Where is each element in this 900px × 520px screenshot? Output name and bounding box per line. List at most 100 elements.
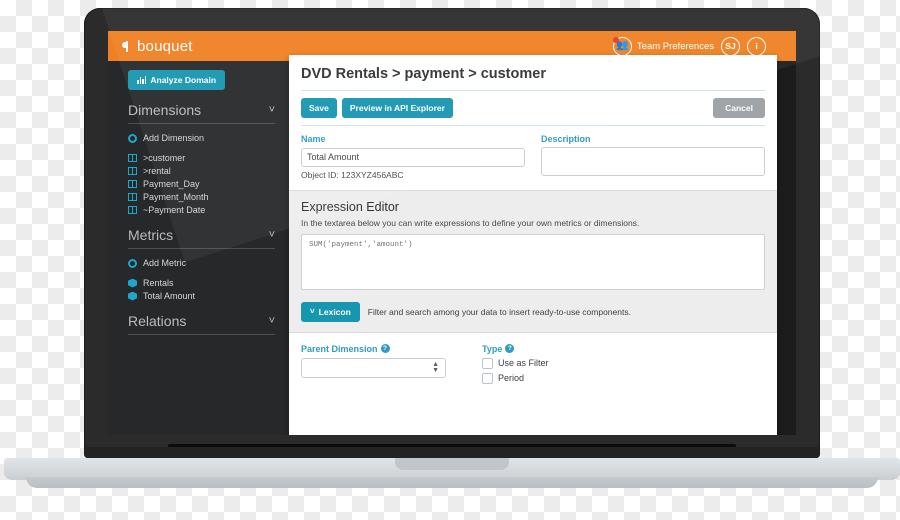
preview-api-explorer-button[interactable]: Preview in API Explorer xyxy=(341,98,453,118)
panel-toolbar: Save Preview in API Explorer Cancel xyxy=(301,98,765,118)
list-item[interactable]: >rental xyxy=(128,166,275,176)
dimension-icon xyxy=(128,206,137,214)
type-label: Type xyxy=(482,343,503,354)
team-icon: 👥 xyxy=(612,36,632,56)
chevron-down-icon[interactable]: ˅ xyxy=(269,315,275,327)
list-item-label: Payment_Day xyxy=(143,179,200,189)
info-icon[interactable]: i xyxy=(747,36,766,56)
dimension-icon xyxy=(128,154,137,162)
sidebar-section-metrics-title: Metrics xyxy=(128,227,174,243)
main-panel: DVD Rentals > payment > customer Save Pr… xyxy=(289,55,777,435)
expression-editor-section: Expression Editor In the textarea below … xyxy=(289,189,777,333)
divider xyxy=(301,125,765,126)
lexicon-row: ˅ Lexicon Filter and search among your d… xyxy=(301,301,765,322)
sidebar-section-dimensions-header[interactable]: Dimensions ˅ xyxy=(128,102,275,124)
laptop-base-lip xyxy=(26,477,878,488)
analyze-domain-label: Analyze Domain xyxy=(150,75,217,85)
chevron-down-icon[interactable]: ˅ xyxy=(269,104,275,116)
brand-label: bouquet xyxy=(137,37,193,55)
team-preferences-button[interactable]: 👥 Team Preferences xyxy=(612,36,714,56)
type-group: Type ? Use as Filter Period xyxy=(482,344,549,388)
parent-dimension-label-row: Parent Dimension ? xyxy=(301,344,446,354)
list-item-label: ~Payment Date xyxy=(143,205,206,215)
form-fields: Name Object ID: 123XYZ456ABC Description xyxy=(301,134,765,180)
topbar-actions: 👥 Team Preferences SJ i xyxy=(612,36,766,56)
parent-dimension-select[interactable] xyxy=(301,357,446,378)
description-input[interactable] xyxy=(541,147,765,176)
object-id: Object ID: 123XYZ456ABC xyxy=(301,169,404,180)
help-icon[interactable]: ? xyxy=(380,344,390,353)
list-item-label: >customer xyxy=(143,153,186,163)
parent-dimension-label: Parent Dimension xyxy=(301,343,378,354)
list-item[interactable]: Rentals xyxy=(128,278,275,288)
sidebar: Analyze Domain Dimensions ˅ Add Dimensio… xyxy=(108,61,289,435)
list-item[interactable]: Payment_Month xyxy=(128,192,275,202)
dimension-icon xyxy=(128,193,137,201)
lexicon-hint: Filter and search among your data to ins… xyxy=(367,306,631,317)
name-field-group: Name Object ID: 123XYZ456ABC xyxy=(301,134,525,180)
type-label-row: Type ? xyxy=(482,344,549,354)
laptop-screen: bouquet 👥 Team Preferences SJ i Analyze … xyxy=(108,31,796,435)
expression-editor-subtitle: In the textarea below you can write expr… xyxy=(301,217,640,228)
list-item[interactable]: >customer xyxy=(128,153,275,163)
main-panel-inner: DVD Rentals > payment > customer Save Pr… xyxy=(289,55,777,388)
sidebar-section-relations-title: Relations xyxy=(128,313,187,329)
bouquet-logo-icon xyxy=(122,40,133,52)
cancel-button[interactable]: Cancel xyxy=(713,98,765,118)
metric-icon xyxy=(128,291,137,301)
list-item-label: Payment_Month xyxy=(143,192,209,202)
add-metric-label: Add Metric xyxy=(143,258,187,268)
add-circle-icon xyxy=(128,133,137,143)
use-as-filter-label: Use as Filter xyxy=(498,358,549,368)
notification-dot xyxy=(612,36,619,43)
period-checkbox[interactable] xyxy=(482,372,493,384)
lexicon-label: Lexicon xyxy=(318,306,351,317)
add-dimension-button[interactable]: Add Dimension xyxy=(128,133,275,143)
period-row[interactable]: Period xyxy=(482,372,549,384)
bottom-options: Parent Dimension ? ▲ ▼ Type ? Use as Fil… xyxy=(301,333,765,388)
expression-textarea[interactable]: SUM('payment','amount') xyxy=(301,233,765,290)
list-item[interactable]: ~Payment Date xyxy=(128,205,275,215)
list-item[interactable]: Total Amount xyxy=(128,291,275,301)
help-icon[interactable]: ? xyxy=(505,344,515,353)
lexicon-button[interactable]: ˅ Lexicon xyxy=(301,301,360,322)
analyze-domain-button[interactable]: Analyze Domain xyxy=(128,70,226,90)
parent-dimension-select-wrap: ▲ ▼ xyxy=(301,357,446,378)
sidebar-section-metrics-header[interactable]: Metrics ˅ xyxy=(128,227,275,249)
dimension-icon xyxy=(128,167,137,175)
team-preferences-label: Team Preferences xyxy=(636,40,714,52)
list-item-label: >rental xyxy=(143,166,171,176)
sidebar-section-metrics: Metrics ˅ Add Metric Rentals Total Amoun… xyxy=(108,227,289,301)
add-dimension-label: Add Dimension xyxy=(143,133,205,143)
name-label: Name xyxy=(301,134,326,144)
save-button[interactable]: Save xyxy=(301,98,337,118)
bar-chart-icon xyxy=(137,76,147,84)
chevron-down-icon[interactable]: ˅ xyxy=(269,229,275,241)
use-as-filter-row[interactable]: Use as Filter xyxy=(482,357,549,369)
avatar[interactable]: SJ xyxy=(721,36,740,56)
page-title: DVD Rentals > payment > customer xyxy=(301,66,546,82)
divider xyxy=(301,90,765,91)
description-field-group: Description xyxy=(541,134,765,180)
trackpad-notch xyxy=(395,458,509,470)
period-label: Period xyxy=(498,373,525,383)
sidebar-section-relations: Relations ˅ xyxy=(108,313,289,335)
screenshot-stage: bouquet 👥 Team Preferences SJ i Analyze … xyxy=(0,0,900,520)
lid-bottom-strip xyxy=(84,447,820,458)
parent-dimension-group: Parent Dimension ? ▲ ▼ xyxy=(301,344,446,388)
use-as-filter-checkbox[interactable] xyxy=(482,357,493,369)
list-item[interactable]: Payment_Day xyxy=(128,179,275,189)
add-metric-button[interactable]: Add Metric xyxy=(128,258,275,268)
chevron-down-icon: ˅ xyxy=(310,306,315,316)
sidebar-section-relations-header[interactable]: Relations ˅ xyxy=(128,313,275,335)
description-label: Description xyxy=(541,134,591,144)
sidebar-section-dimensions: Dimensions ˅ Add Dimension >customer >re… xyxy=(108,102,289,215)
add-circle-icon xyxy=(128,258,137,268)
dimension-icon xyxy=(128,180,137,188)
list-item-label: Total Amount xyxy=(143,291,196,301)
metric-icon xyxy=(128,278,137,288)
brand[interactable]: bouquet xyxy=(122,38,193,55)
name-input[interactable] xyxy=(301,147,525,167)
